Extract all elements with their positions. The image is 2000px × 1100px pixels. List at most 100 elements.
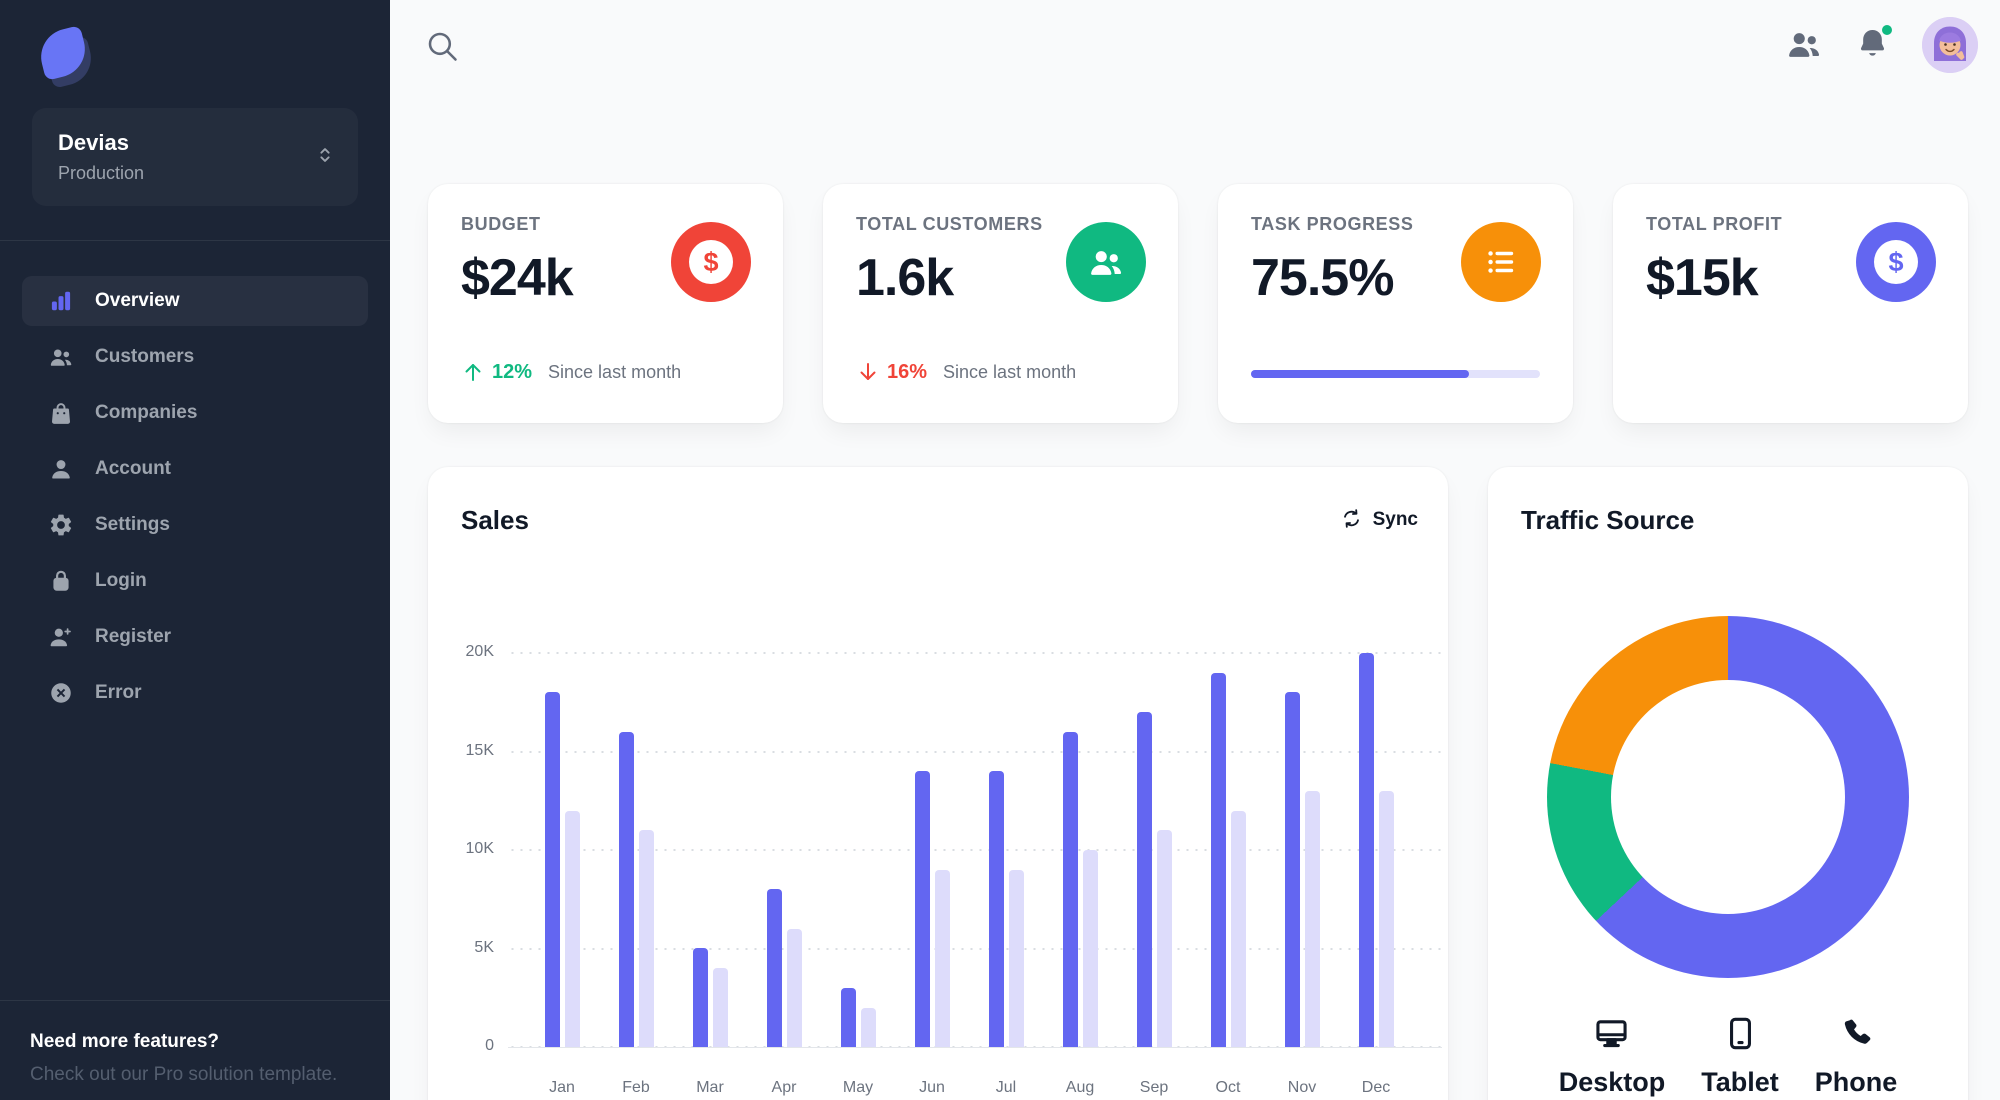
bar-last-year-sep[interactable] — [1157, 830, 1172, 1047]
sidebar-item-label: Overview — [95, 290, 180, 311]
sidebar-item-login[interactable]: Login — [22, 556, 368, 606]
bar-this-year-mar[interactable] — [693, 948, 708, 1047]
y-tick-label: 5K — [474, 938, 494, 956]
sync-button[interactable]: Sync — [1340, 507, 1418, 533]
sidebar-item-account[interactable]: Account — [22, 444, 368, 494]
sidebar-item-overview[interactable]: Overview — [22, 276, 368, 326]
bar-last-year-aug[interactable] — [1083, 850, 1098, 1047]
bar-this-year-may[interactable] — [841, 988, 856, 1047]
contacts-button[interactable] — [1785, 25, 1823, 66]
notification-dot — [1880, 23, 1894, 37]
sidebar-footer-subtitle: Check out our Pro solution template. — [30, 1064, 338, 1085]
sidebar-item-companies[interactable]: Companies — [22, 388, 368, 438]
bar-this-year-apr[interactable] — [767, 889, 782, 1047]
x-tick-label: Nov — [1287, 1079, 1317, 1096]
traffic-donut-chart[interactable] — [1547, 616, 1909, 978]
arrow-up-icon — [461, 360, 485, 384]
stat-trend: 16% Since last month — [856, 360, 1076, 384]
list-bullet-icon — [1461, 222, 1541, 302]
sales-bar-chart[interactable]: 0 5K 10K 15K 20K Jan Feb Mar Apr May Jun Jul Aug Sep O… — [466, 643, 1442, 1096]
currency-dollar-icon: $ — [1856, 222, 1936, 302]
bar-last-year-mar[interactable] — [713, 968, 728, 1047]
sidebar-item-customers[interactable]: Customers — [22, 332, 368, 382]
gridline — [508, 750, 1442, 753]
bar-this-year-jun[interactable] — [915, 771, 930, 1047]
bar-this-year-nov[interactable] — [1285, 692, 1300, 1047]
search-button[interactable] — [424, 28, 460, 67]
legend-item-tablet: Tablet — [1701, 1015, 1779, 1098]
bar-last-year-jun[interactable] — [935, 870, 950, 1047]
user-icon — [48, 456, 74, 482]
bar-this-year-dec[interactable] — [1359, 653, 1374, 1047]
workspace-text: Devias Production — [58, 130, 144, 184]
x-axis-line — [508, 1047, 1442, 1048]
bar-last-year-dec[interactable] — [1379, 791, 1394, 1047]
bar-this-year-aug[interactable] — [1063, 732, 1078, 1047]
bar-this-year-feb[interactable] — [619, 732, 634, 1047]
legend-label: Desktop — [1558, 1067, 1666, 1097]
lock-icon — [48, 568, 74, 594]
stat-value: $15k — [1646, 249, 1759, 307]
traffic-source-title: Traffic Source — [1521, 505, 1695, 535]
bar-last-year-nov[interactable] — [1305, 791, 1320, 1047]
sidebar-item-settings[interactable]: Settings — [22, 500, 368, 550]
stat-label: TASK PROGRESS — [1251, 214, 1414, 234]
stat-card-total-profit: TOTAL PROFIT $15k $ — [1613, 184, 1968, 423]
x-tick-label: Jan — [549, 1079, 575, 1096]
trend-value: 12% — [492, 360, 533, 383]
search-icon — [424, 28, 460, 67]
stat-label: TOTAL CUSTOMERS — [856, 214, 1043, 234]
dollar-glyph: $ — [689, 240, 733, 284]
tablet-icon — [1722, 1015, 1759, 1057]
desktop-icon — [1593, 1015, 1630, 1057]
bar-last-year-apr[interactable] — [787, 929, 802, 1047]
sidebar: Devias Production Overview Customers Compa… — [0, 0, 390, 1100]
y-tick-label: 20K — [465, 643, 494, 660]
chart-bar-icon — [48, 288, 74, 314]
dashboard-root: { "sidebar": { "workspace": { "name": "D… — [0, 0, 2000, 1100]
gear-icon — [48, 512, 74, 538]
bar-last-year-jul[interactable] — [1009, 870, 1024, 1047]
sidebar-item-register[interactable]: Register — [22, 612, 368, 662]
bar-this-year-oct[interactable] — [1211, 673, 1226, 1047]
avatar-memoji-icon — [1922, 17, 1978, 73]
sidebar-divider — [0, 240, 390, 241]
gridline — [508, 652, 1442, 654]
dollar-glyph: $ — [1874, 240, 1918, 284]
bar-this-year-jan[interactable] — [545, 692, 560, 1047]
trend-caption: Since last month — [548, 361, 682, 382]
user-plus-icon — [48, 624, 74, 650]
trend-value: 16% — [887, 360, 928, 383]
sync-icon — [1340, 507, 1363, 533]
stat-card-total-customers: TOTAL CUSTOMERS 1.6k 16% Since last month — [823, 184, 1178, 423]
y-tick-label: 10K — [465, 840, 494, 857]
bar-last-year-may[interactable] — [861, 1008, 876, 1047]
avatar[interactable] — [1922, 17, 1978, 73]
sidebar-item-label: Companies — [95, 402, 198, 423]
devias-logo-icon[interactable] — [35, 25, 100, 89]
bar-last-year-feb[interactable] — [639, 830, 654, 1047]
x-tick-label: Jun — [919, 1079, 945, 1096]
notifications-button[interactable] — [1855, 23, 1894, 64]
users-icon — [48, 344, 74, 370]
phone-icon — [1838, 1015, 1875, 1057]
stat-value: 75.5% — [1251, 249, 1394, 307]
x-tick-label: Apr — [771, 1079, 797, 1096]
bar-this-year-jul[interactable] — [989, 771, 1004, 1047]
legend-item-phone: Phone — [1815, 1015, 1897, 1098]
sidebar-item-label: Account — [95, 458, 171, 479]
arrow-down-icon — [856, 360, 880, 384]
sync-label: Sync — [1372, 509, 1418, 530]
unfold-chevron-icon — [314, 144, 336, 171]
users-icon — [1066, 222, 1146, 302]
y-tick-label: 15K — [465, 741, 494, 759]
workspace-name: Devias — [58, 130, 129, 155]
bar-last-year-oct[interactable] — [1231, 811, 1246, 1047]
sidebar-item-label: Settings — [95, 514, 170, 535]
sidebar-item-label: Customers — [95, 346, 195, 367]
trend-caption: Since last month — [943, 361, 1077, 382]
sidebar-item-error[interactable]: Error — [22, 668, 368, 718]
workspace-selector[interactable]: Devias Production — [32, 108, 358, 206]
bar-last-year-jan[interactable] — [565, 811, 580, 1047]
bar-this-year-sep[interactable] — [1137, 712, 1152, 1047]
